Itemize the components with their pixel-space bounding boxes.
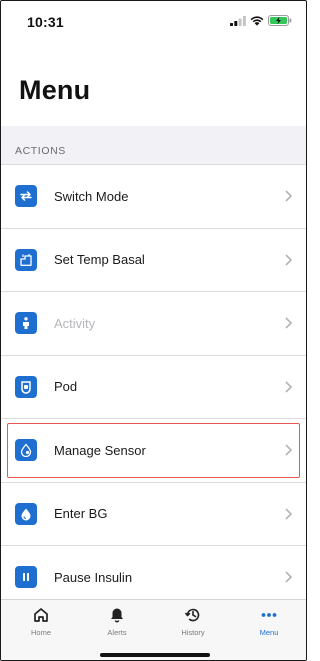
menu-item-label: Manage Sensor: [54, 442, 146, 458]
history-icon: [184, 608, 200, 622]
status-time: 10:31: [27, 14, 64, 30]
home-indicator: [100, 653, 210, 657]
switch-mode-icon: [15, 185, 37, 208]
tab-alerts[interactable]: Alerts: [79, 606, 155, 637]
phone-screen: 10:31 Menu ACTIONS Switch Mode Set Temp …: [0, 0, 307, 661]
tab-label: History: [181, 628, 205, 637]
home-icon: [34, 608, 48, 622]
menu-item-set-temp-basal[interactable]: Set Temp Basal: [1, 227, 306, 291]
actions-list: Switch Mode Set Temp Basal Activity Pod …: [1, 164, 306, 599]
tab-label: Menu: [259, 628, 279, 637]
tab-label: Home: [30, 628, 51, 637]
tab-history[interactable]: History: [155, 606, 231, 637]
battery-charging-icon: [268, 15, 292, 26]
menu-item-activity[interactable]: Activity: [1, 291, 306, 355]
tab-label: Alerts: [107, 628, 127, 637]
tab-bar: Home Alerts History Menu: [1, 599, 306, 660]
menu-item-pause-insulin[interactable]: Pause Insulin: [1, 545, 306, 599]
pause-icon: [15, 566, 37, 589]
menu-item-enter-bg[interactable]: Enter BG: [1, 481, 306, 545]
chevron-right-icon: [285, 444, 293, 456]
menu-item-label: Activity: [54, 315, 96, 331]
chevron-right-icon: [285, 317, 293, 329]
menu-list: ACTIONS Switch Mode Set Temp Basal Activ…: [1, 126, 306, 599]
menu-item-switch-mode[interactable]: Switch Mode: [1, 164, 306, 228]
section-header-actions: ACTIONS: [15, 145, 66, 157]
activity-icon: [15, 312, 37, 335]
tab-home[interactable]: Home: [3, 606, 79, 637]
chevron-right-icon: [285, 508, 293, 520]
menu-item-label: Switch Mode: [54, 188, 129, 204]
chevron-right-icon: [285, 571, 293, 583]
menu-item-label: Pod: [54, 379, 78, 395]
menu-item-label: Set Temp Basal: [54, 252, 145, 268]
chevron-right-icon: [285, 254, 293, 266]
menu-item-label: Pause Insulin: [54, 569, 133, 585]
bell-icon: [111, 608, 123, 623]
menu-item-label: Enter BG: [54, 506, 108, 522]
sensor-icon: [15, 439, 37, 462]
wifi-icon: [250, 15, 264, 26]
more-dots-icon: [261, 613, 277, 617]
menu-item-pod[interactable]: Pod: [1, 354, 306, 418]
signal-icon: [230, 15, 246, 26]
menu-item-manage-sensor[interactable]: Manage Sensor: [1, 418, 306, 482]
tab-menu[interactable]: Menu: [231, 606, 306, 637]
temp-basal-icon: [15, 248, 37, 271]
drop-icon: [15, 502, 37, 525]
chevron-right-icon: [285, 190, 293, 202]
page-title: Menu: [19, 75, 91, 105]
status-icons: [230, 15, 292, 26]
pod-icon: [15, 375, 37, 398]
chevron-right-icon: [285, 381, 293, 393]
status-bar: 10:31: [1, 1, 306, 41]
